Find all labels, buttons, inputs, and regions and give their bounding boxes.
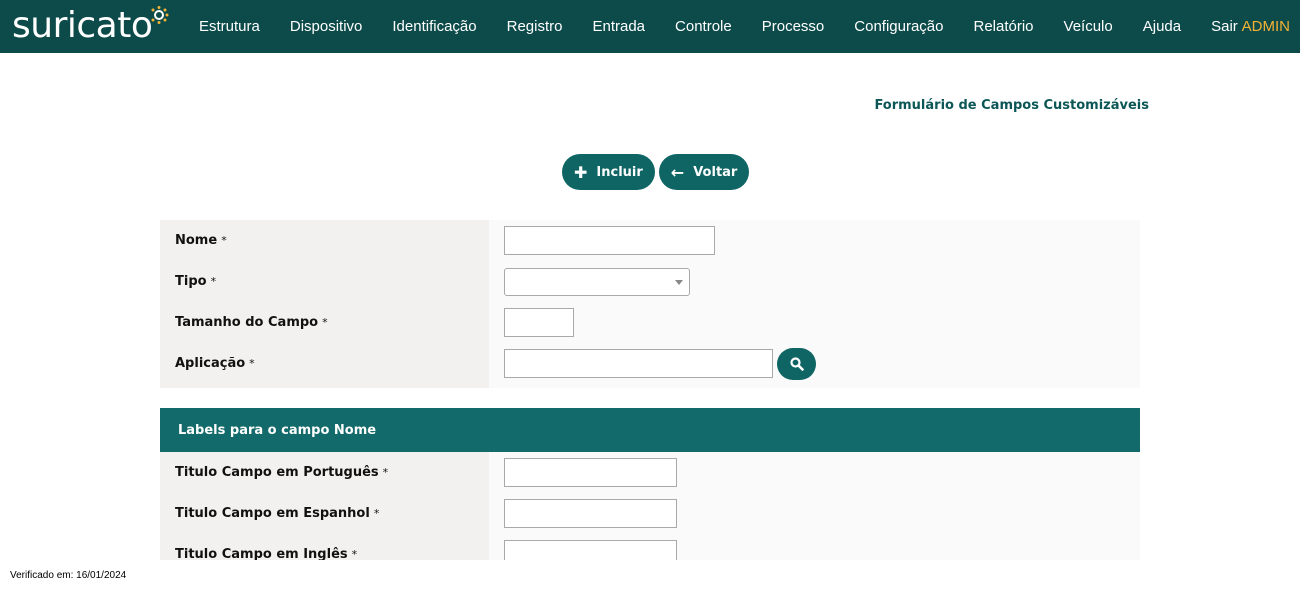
menu-item-ajuda[interactable]: Ajuda [1128, 18, 1196, 35]
page-bottom-area [0, 560, 1300, 590]
logo-dots-icon [151, 6, 169, 24]
verified-date-note: Verificado em: 16/01/2024 [10, 570, 127, 581]
custom-field-form: Nome * Tipo * Tamanho do Campo * Aplicação *… [160, 220, 1140, 575]
menu-item-registro[interactable]: Registro [492, 18, 578, 35]
include-button[interactable]: ✚ Incluir [562, 154, 655, 190]
field-label-aplicacao: Aplicação * [175, 356, 255, 371]
back-button[interactable]: ← Voltar [658, 154, 750, 190]
plus-icon: ✚ [574, 162, 588, 182]
required-marker: * [221, 234, 227, 247]
field-label-tamanho: Tamanho do Campo * [175, 315, 328, 330]
menu-item-processo[interactable]: Processo [747, 18, 840, 35]
field-label-espanhol: Titulo Campo em Espanhol * [175, 506, 380, 521]
tipo-select[interactable] [504, 267, 690, 296]
page-title: Formulário de Campos Customizáveis [874, 98, 1149, 113]
nome-input[interactable] [504, 226, 715, 255]
required-marker: * [382, 466, 389, 479]
aplicacao-input[interactable] [504, 349, 773, 378]
menu-item-veiculo[interactable]: Veículo [1049, 18, 1128, 35]
include-button-label: Incluir [596, 164, 643, 180]
field-label-nome: Nome * [175, 233, 227, 248]
suricato-logo[interactable]: suricato [12, 4, 172, 48]
action-buttons: ✚ Incluir ← Voltar [562, 154, 750, 190]
top-navigation-bar: suricato Estrutura Dispositivo Identific… [0, 0, 1300, 53]
labels-fields-section: Titulo Campo em Português * Titulo Campo … [160, 452, 1140, 575]
titulo-portugues-input[interactable] [504, 458, 677, 487]
aplicacao-search-button[interactable] [777, 347, 816, 380]
labels-section-header: Labels para o campo Nome [160, 408, 1140, 452]
chevron-down-icon [675, 279, 683, 285]
required-marker: * [210, 275, 217, 288]
titulo-espanhol-input[interactable] [504, 499, 677, 528]
main-fields-section: Nome * Tipo * Tamanho do Campo * Aplicação * [160, 220, 1140, 388]
back-button-label: Voltar [693, 164, 738, 180]
menu-item-identificacao[interactable]: Identificação [377, 18, 491, 35]
menu-item-configuracao[interactable]: Configuração [839, 18, 958, 35]
main-fields-inputs [489, 220, 1140, 388]
current-user-label[interactable]: ADMIN [1242, 18, 1290, 35]
field-label-portugues: Titulo Campo em Português * [175, 465, 389, 480]
required-marker: * [373, 507, 380, 520]
search-icon [789, 356, 804, 371]
required-marker: * [249, 357, 255, 370]
menu-item-controle[interactable]: Controle [660, 18, 747, 35]
menu-item-dispositivo[interactable]: Dispositivo [275, 18, 378, 35]
menu-item-entrada[interactable]: Entrada [577, 18, 660, 35]
menu-item-relatorio[interactable]: Relatório [959, 18, 1049, 35]
labels-fields-inputs [489, 452, 1140, 575]
tamanho-campo-input[interactable] [504, 308, 574, 337]
field-label-tipo: Tipo * [175, 274, 217, 289]
labels-fields-labels: Titulo Campo em Português * Titulo Campo … [160, 452, 489, 575]
logo-text: suricato [12, 5, 153, 46]
required-marker: * [322, 316, 328, 329]
main-menu: Estrutura Dispositivo Identificação Regi… [184, 0, 1253, 53]
main-fields-labels: Nome * Tipo * Tamanho do Campo * Aplicação * [160, 220, 489, 388]
menu-item-estrutura[interactable]: Estrutura [184, 18, 275, 35]
arrow-left-icon: ← [670, 162, 685, 182]
